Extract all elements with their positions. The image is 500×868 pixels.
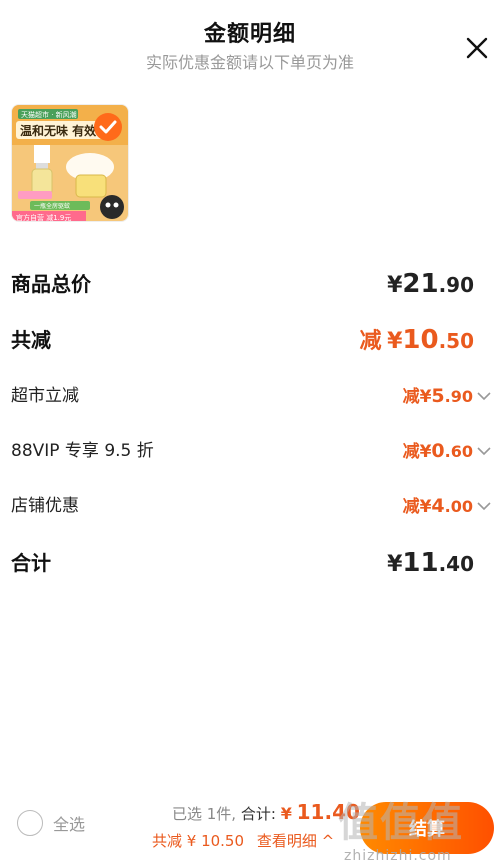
row-store-discount[interactable]: 店铺优惠 减¥4.00 xyxy=(11,488,491,524)
total-label: 合计: xyxy=(240,805,276,823)
supermarket-discount-amount: 减¥5.90 xyxy=(402,385,473,407)
row-label: 88VIP 专享 9.5 折 xyxy=(11,441,154,461)
store-discount-amount: 减¥4.00 xyxy=(402,495,473,517)
discount-total: 共减 ¥ 10.50 xyxy=(152,832,245,850)
selected-count: 已选 1件, xyxy=(172,805,237,823)
product-thumbnail: 天猫超市 · 新风潮 温和无味 有效 一瓶全房驱蚊 官方自营 减1.9元 xyxy=(11,104,129,222)
select-all-toggle[interactable]: 全选 xyxy=(17,810,85,836)
select-all-label: 全选 xyxy=(53,815,86,834)
vip-discount-amount: 减¥0.60 xyxy=(402,440,473,462)
row-label: 超市立减 xyxy=(11,386,79,406)
total-price-amount: ¥21.90 xyxy=(387,269,474,299)
chevron-down-icon[interactable] xyxy=(477,391,491,401)
chevron-down-icon[interactable] xyxy=(477,501,491,511)
row-label: 商品总价 xyxy=(11,272,91,296)
row-total-discount: 共减 减 ¥10.50 xyxy=(11,322,491,358)
image-ribbon: 一瓶全房驱蚊 xyxy=(34,202,70,210)
page-title: 金额明细 xyxy=(203,22,296,47)
image-bottom-tag: 官方自营 减1.9元 xyxy=(16,213,71,222)
close-icon[interactable] xyxy=(463,34,491,62)
checkout-button[interactable]: 结算 xyxy=(360,802,494,854)
row-total-price: 商品总价 ¥21.90 xyxy=(11,266,491,302)
row-subtotal: 合计 ¥11.40 xyxy=(11,545,491,581)
bottom-bar: 全选 已选 1件, 合计: ¥ 11.40 共减 ¥ 10.50 查看明细 ^ … xyxy=(0,788,500,868)
product-image: 天猫超市 · 新风潮 温和无味 有效 一瓶全房驱蚊 官方自营 减1.9元 xyxy=(12,105,128,222)
image-banner: 温和无味 有效 xyxy=(20,123,97,138)
total-discount-amount: 减 ¥10.50 xyxy=(359,325,474,355)
selection-summary: 已选 1件, 合计: ¥ 11.40 xyxy=(172,800,360,824)
row-label: 店铺优惠 xyxy=(11,496,79,516)
view-detail-link[interactable]: 查看明细 ^ xyxy=(257,832,334,850)
total-value: 11.40 xyxy=(296,800,360,824)
row-vip-discount[interactable]: 88VIP 专享 9.5 折 减¥0.60 xyxy=(11,433,491,469)
subtotal-amount: ¥11.40 xyxy=(387,548,474,578)
row-label: 合计 xyxy=(11,551,51,575)
discount-summary: 共减 ¥ 10.50 查看明细 ^ xyxy=(152,830,334,851)
row-label: 共减 xyxy=(11,328,51,352)
page-subtitle: 实际优惠金额请以下单页为准 xyxy=(145,53,354,72)
total-currency: ¥ xyxy=(280,804,292,823)
radio-button[interactable] xyxy=(17,810,43,836)
chevron-down-icon[interactable] xyxy=(477,446,491,456)
row-supermarket-discount[interactable]: 超市立减 减¥5.90 xyxy=(11,378,491,414)
header: 金额明细 实际优惠金额请以下单页为准 xyxy=(0,0,500,90)
image-top-tag: 天猫超市 · 新风潮 xyxy=(21,110,77,119)
